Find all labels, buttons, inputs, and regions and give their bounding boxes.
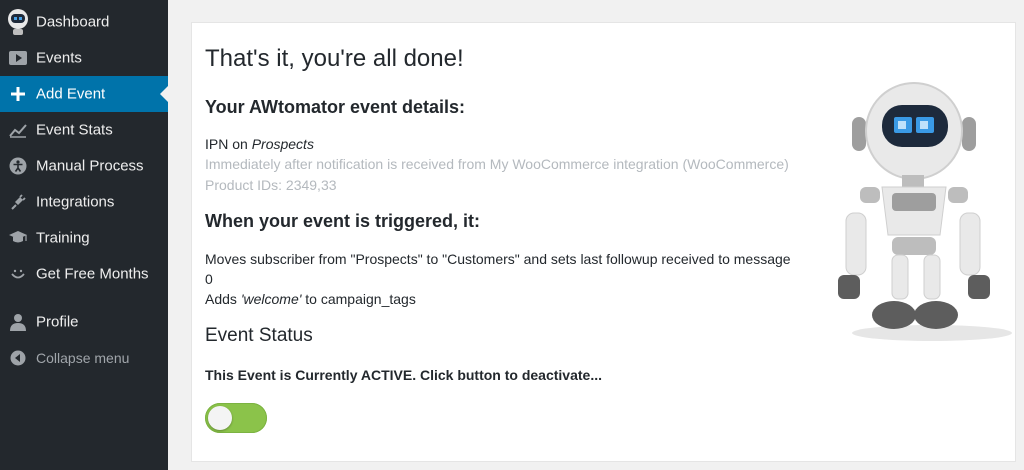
chart-line-icon	[8, 120, 28, 140]
action-move-continuation: 0	[205, 271, 213, 287]
toggle-knob	[208, 406, 232, 430]
action-move-text: Moves subscriber from "Prospects" to "Cu…	[205, 251, 791, 267]
page-title: That's it, you're all done!	[205, 45, 464, 72]
sidebar-item-label: Integrations	[36, 193, 115, 211]
collapse-menu-button[interactable]: Collapse menu	[0, 340, 168, 376]
event-summary-panel: That's it, you're all done! Your AWtomat…	[191, 22, 1016, 462]
smiley-icon	[8, 264, 28, 284]
admin-sidebar: Dashboard Events Add Event Event Stats M…	[0, 0, 168, 470]
user-icon	[8, 312, 28, 332]
ipn-prefix: IPN on	[205, 136, 252, 152]
accessibility-icon	[8, 156, 28, 176]
sidebar-item-label: Events	[36, 49, 82, 67]
status-text: This Event is Currently ACTIVE. Click bu…	[205, 367, 602, 383]
collapse-arrow-icon	[8, 348, 28, 368]
trigger-heading: When your event is triggered, it:	[205, 211, 481, 231]
sidebar-item-label: Training	[36, 229, 90, 247]
sidebar-item-label: Event Stats	[36, 121, 113, 139]
ipn-list-name: Prospects	[251, 136, 314, 152]
sidebar-item-label: Dashboard	[36, 13, 110, 31]
sidebar-item-events[interactable]: Events	[0, 40, 168, 76]
sidebar-item-integrations[interactable]: Integrations	[0, 184, 168, 220]
robot-avatar-icon	[4, 8, 32, 36]
sidebar-item-profile[interactable]: Profile	[0, 304, 168, 340]
details-heading: Your AWtomator event details:	[205, 97, 466, 117]
product-ids: Product IDs: 2349,33	[205, 177, 337, 193]
sidebar-item-label: Add Event	[36, 85, 106, 103]
status-heading: Event Status	[205, 325, 313, 346]
plus-icon	[8, 84, 28, 104]
ipn-line: IPN on Prospects	[205, 136, 314, 152]
action-tag-prefix: Adds	[205, 291, 241, 307]
robot-mascot-illustration	[838, 82, 1012, 341]
sidebar-item-dashboard[interactable]: Dashboard	[0, 4, 168, 40]
sidebar-item-event-stats[interactable]: Event Stats	[0, 112, 168, 148]
sidebar-item-manual-process[interactable]: Manual Process	[0, 148, 168, 184]
sidebar-item-label: Collapse menu	[36, 350, 130, 366]
notification-text: Immediately after notification is receiv…	[205, 156, 789, 172]
sidebar-item-label: Get Free Months	[36, 265, 149, 283]
sidebar-item-label: Manual Process	[36, 157, 144, 175]
sidebar-item-get-free-months[interactable]: Get Free Months	[0, 256, 168, 292]
sidebar-item-add-event[interactable]: Add Event	[0, 76, 168, 112]
sidebar-item-training[interactable]: Training	[0, 220, 168, 256]
play-icon	[8, 48, 28, 68]
sidebar-item-label: Profile	[36, 313, 79, 331]
event-status-toggle[interactable]	[205, 403, 267, 433]
action-tag-name: 'welcome'	[240, 291, 302, 307]
plug-icon	[8, 192, 28, 212]
graduation-cap-icon	[8, 228, 28, 248]
action-tag-suffix: to campaign_tags	[301, 291, 416, 307]
action-tag-line: Adds 'welcome' to campaign_tags	[205, 291, 416, 307]
